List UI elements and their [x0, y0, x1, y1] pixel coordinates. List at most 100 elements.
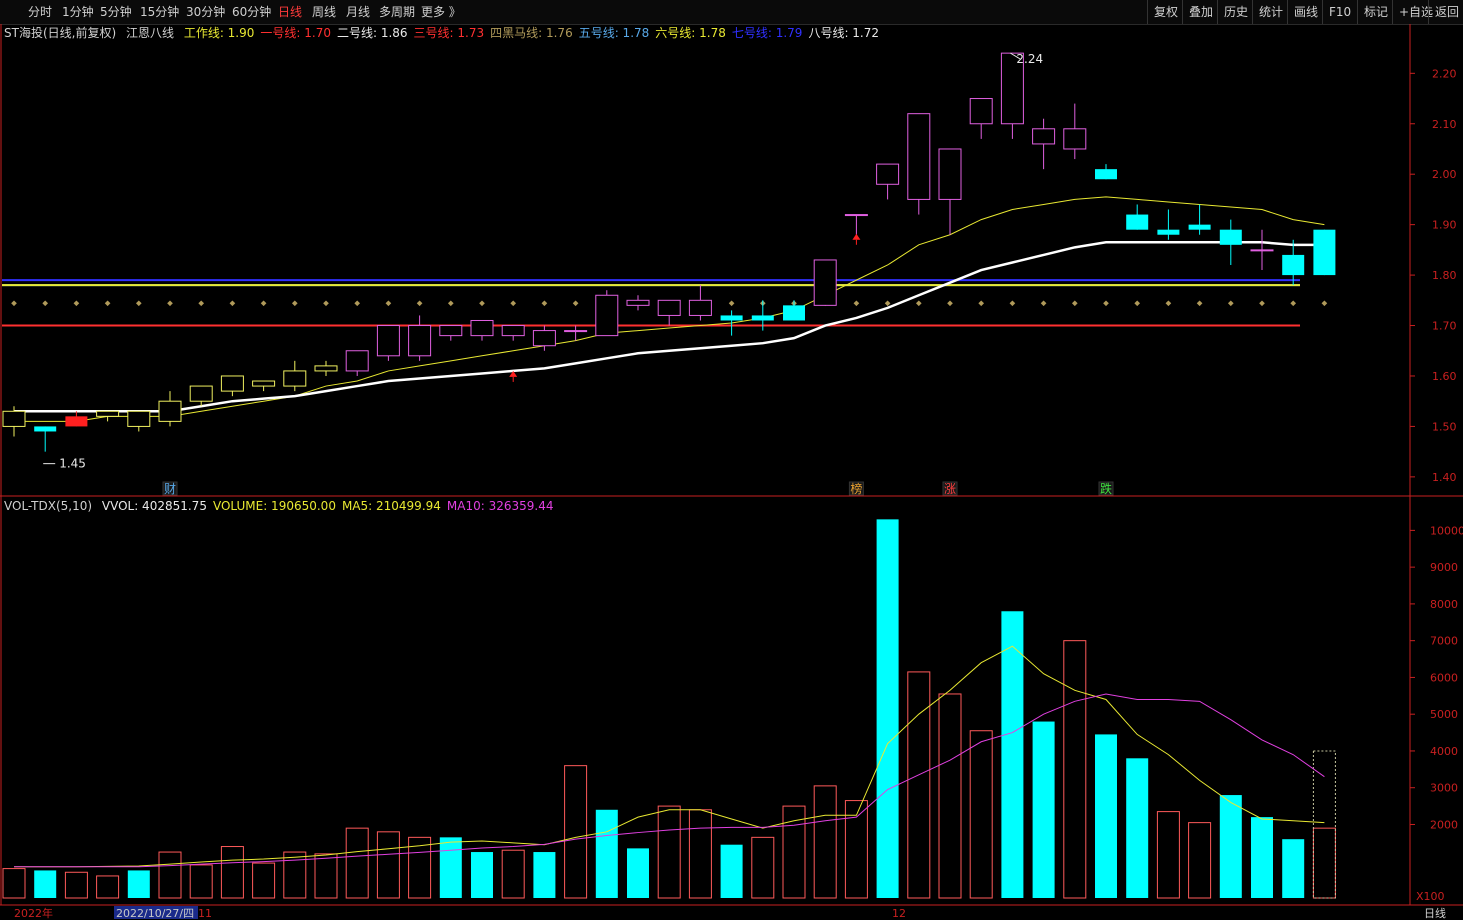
gann-dot-34: [1071, 300, 1078, 307]
gann-dot-38: [1196, 300, 1203, 307]
gann-dot-33: [1040, 300, 1047, 307]
volume-bar-21: [657, 805, 681, 899]
volume-bar-3: [96, 875, 120, 899]
candle-23: [720, 310, 743, 336]
candle-body-19: [595, 294, 619, 337]
candle-body-17: [532, 330, 556, 347]
gann-dot-0: [11, 300, 17, 307]
volume-bar-7: [220, 846, 244, 899]
price-tick-label-5: 1.90: [1432, 219, 1457, 232]
price-tick-label-8: 2.20: [1432, 67, 1457, 80]
candle-21: [657, 299, 681, 326]
candle-body-24: [751, 315, 774, 321]
volume-bar-23: [720, 844, 743, 898]
gann-dot-16: [510, 300, 517, 307]
volume-bar-24: [751, 836, 775, 899]
vol-tick-label-0: 2000: [1430, 818, 1458, 831]
gann-dot-9: [291, 300, 298, 307]
volume-bar-0: [2, 868, 26, 899]
candle-1: [34, 426, 57, 452]
gann-dot-27: [853, 300, 860, 307]
candle-body-13: [408, 325, 432, 357]
volume-bar-15: [471, 852, 493, 898]
candle-body-39: [1219, 229, 1242, 245]
gann-dot-42: [1321, 300, 1328, 307]
volume-bar-12: [376, 831, 400, 899]
candle-body-11: [345, 350, 369, 372]
candle-14: [439, 325, 463, 341]
candle-body-8: [252, 380, 276, 387]
buy-arrow-1: [852, 233, 861, 240]
candle-body-3: [96, 410, 120, 417]
candle-3: [96, 410, 120, 422]
candle-body-14: [439, 325, 463, 337]
volume-bar-8: [252, 862, 276, 899]
gann-dot-35: [1103, 300, 1109, 307]
candle-25: [783, 300, 805, 321]
candle-body-31: [969, 98, 993, 125]
volume-unit-label: X100: [1416, 890, 1445, 903]
vol-tick-label-8: 10000: [1430, 524, 1463, 537]
gann-dot-3: [104, 300, 111, 307]
candle-body-1: [34, 426, 57, 432]
gann-dot-39: [1227, 300, 1234, 307]
candle-26: [813, 259, 837, 306]
candle-body-25: [783, 305, 805, 321]
candle-28: [876, 163, 900, 200]
gann-dot-6: [198, 300, 205, 307]
price-tick-label-0: 1.40: [1432, 471, 1457, 484]
price-tick-label-2: 1.60: [1432, 370, 1457, 383]
price-tick-label-1: 1.50: [1432, 420, 1457, 433]
volume-bar-9: [283, 851, 307, 899]
candle-30: [938, 148, 962, 235]
volume-bar-32: [1001, 611, 1024, 898]
candle-38: [1188, 204, 1211, 235]
volume-bar-17: [533, 852, 556, 898]
candle-body-27: [844, 214, 868, 217]
gann-dot-10: [323, 300, 329, 307]
gann-dot-11: [354, 300, 361, 307]
candle-body-21: [657, 299, 681, 316]
volume-bar-42: [1312, 827, 1336, 899]
volume-bar-38: [1188, 822, 1212, 899]
candle-body-20: [626, 299, 650, 306]
volume-bar-16: [501, 849, 525, 899]
volume-bar-28: [876, 519, 899, 898]
gann-dot-40: [1259, 300, 1265, 307]
volume-bar-30: [938, 693, 962, 899]
gann-dot-17: [541, 300, 548, 307]
candle-body-7: [220, 375, 244, 392]
candle-body-16: [501, 325, 525, 337]
price-tick-label-3: 1.70: [1432, 320, 1457, 333]
candle-15: [470, 319, 494, 341]
candle-6: [189, 385, 213, 407]
candle-36: [1126, 204, 1149, 230]
candle-body-34: [1063, 128, 1087, 150]
event-marker-0: 财: [164, 482, 176, 496]
gann-dot-37: [1165, 300, 1172, 307]
volume-bar-31: [969, 730, 993, 899]
candle-40: [1250, 229, 1274, 271]
volume-bar-40: [1251, 817, 1273, 898]
price-tick-label-4: 1.80: [1432, 269, 1457, 282]
candle-39: [1219, 219, 1242, 265]
candle-22: [688, 285, 712, 321]
vol-tick-label-7: 9000: [1430, 561, 1458, 574]
candle-2: [65, 411, 88, 427]
vol-tick-label-5: 7000: [1430, 635, 1458, 648]
candle-body-10: [314, 365, 338, 372]
candle-10: [314, 360, 338, 376]
vvol-box: [1312, 750, 1336, 899]
candle-body-33: [1032, 128, 1056, 145]
candle-11: [345, 350, 369, 376]
candle-12: [376, 325, 400, 361]
candle-body-6: [189, 385, 213, 402]
candle-body-37: [1157, 229, 1180, 235]
price-tick-label-7: 2.10: [1432, 118, 1457, 131]
candle-body-9: [283, 370, 307, 387]
candle-body-40: [1250, 249, 1274, 252]
volume-bar-14: [439, 837, 462, 898]
kline-chart[interactable]: 1.40 1.50 1.60 1.70 1.80 1.90 2.00 2.10 2.20 2000…: [0, 0, 1463, 920]
candle-5: [158, 391, 182, 427]
candle-42: [1313, 229, 1336, 276]
